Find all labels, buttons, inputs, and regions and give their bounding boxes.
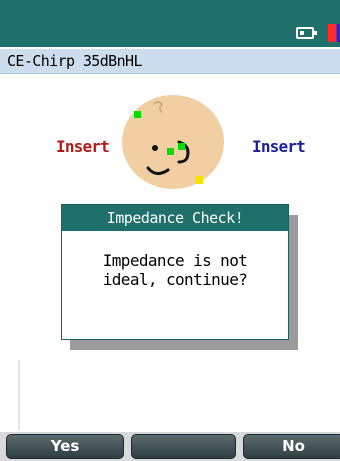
- dialog-message-line-1: Impedance is not: [102, 251, 248, 270]
- electrode-ear-indicator: [178, 143, 185, 150]
- yes-button[interactable]: Yes: [6, 434, 124, 459]
- scrollbar: [18, 360, 20, 430]
- impedance-dialog: Impedance Check! Impedance is not ideal,…: [61, 204, 289, 340]
- dialog-title: Impedance Check!: [62, 205, 288, 231]
- no-button[interactable]: No: [243, 434, 340, 459]
- device-screen: CE-Chirp 35dBnHL Insert Insert Impedance…: [0, 0, 340, 461]
- head-shape: [122, 95, 224, 189]
- eye-mark: [152, 145, 158, 151]
- electrode-cheek-indicator: [167, 148, 174, 155]
- electrode-neck-indicator: [195, 176, 203, 184]
- dialog-message-line-2: ideal, continue?: [102, 270, 248, 289]
- electrode-top-indicator: [134, 111, 141, 118]
- baby-head-icon: [122, 95, 224, 189]
- softkey-bar: Yes No: [0, 432, 340, 461]
- dialog-message: Impedance is not ideal, continue?: [62, 231, 288, 289]
- center-softkey[interactable]: [131, 434, 236, 459]
